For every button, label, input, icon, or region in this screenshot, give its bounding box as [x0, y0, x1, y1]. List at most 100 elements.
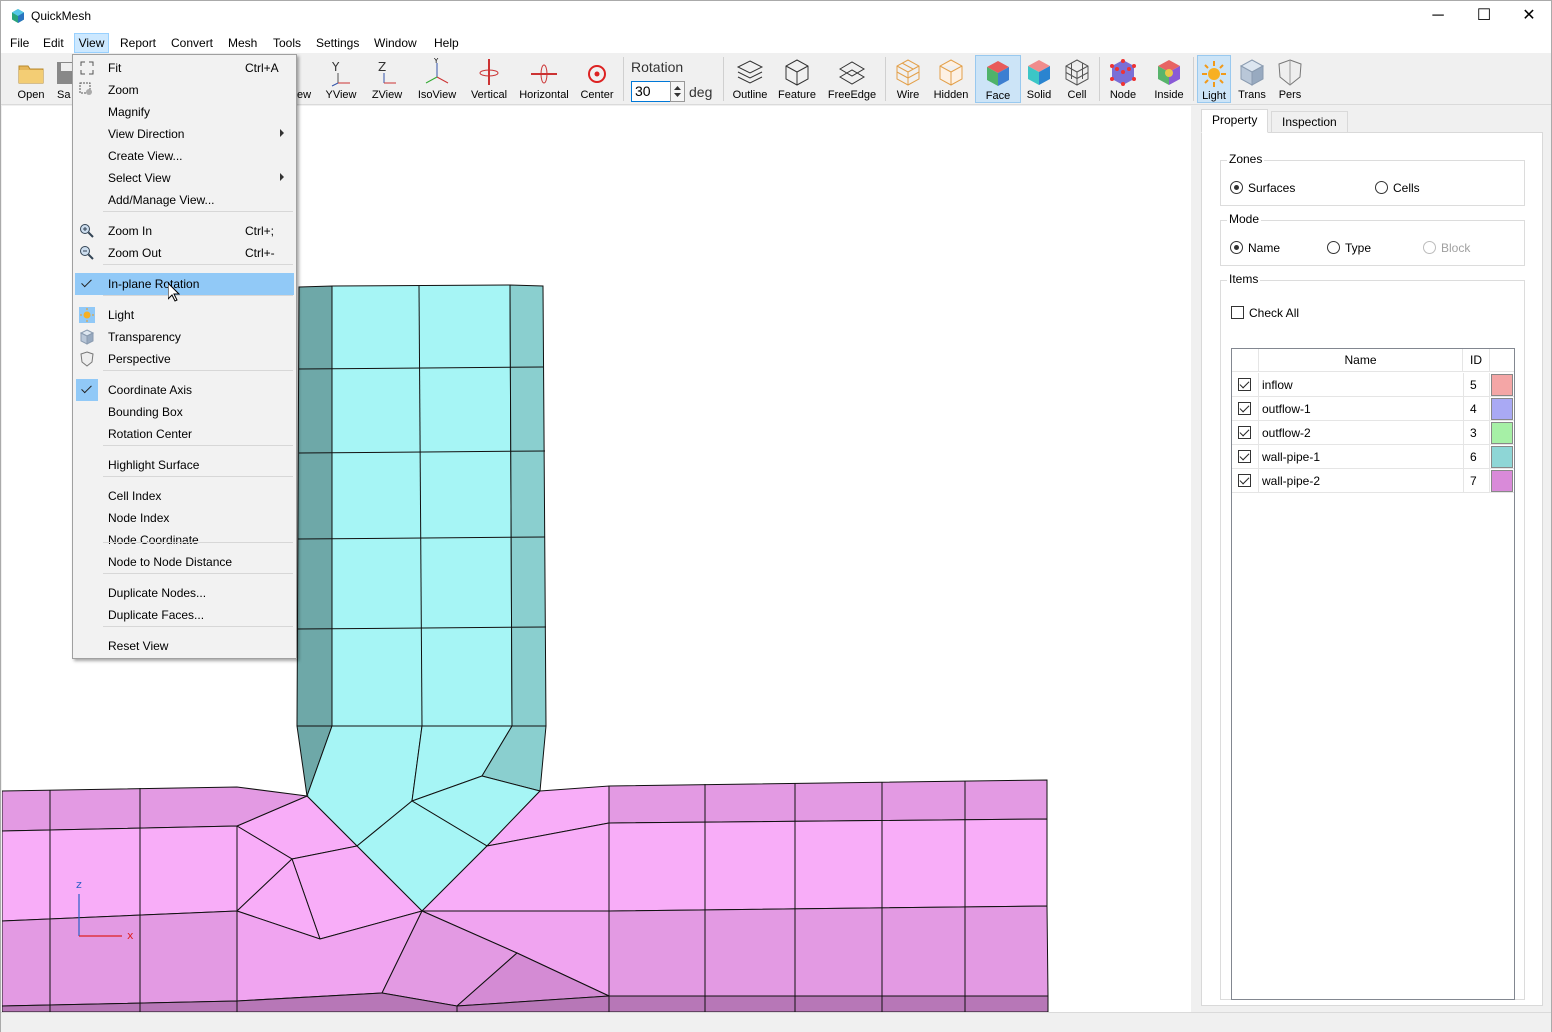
outline-button[interactable]: Outline	[729, 55, 771, 103]
row-checkbox[interactable]	[1238, 378, 1251, 391]
menu-item-add-manage-view[interactable]: Add/Manage View...	[75, 189, 294, 211]
mode-type-radio[interactable]: Type	[1327, 241, 1371, 257]
title-bar[interactable]: QuickMesh ─ ☐ ✕	[1, 1, 1551, 31]
table-row[interactable]: wall-pipe-1 6	[1232, 445, 1514, 469]
tab-property[interactable]: Property	[1201, 109, 1269, 133]
menu-item-zoom-in[interactable]: Zoom In Ctrl+;	[75, 220, 294, 242]
menu-item-perspective[interactable]: Perspective	[75, 348, 294, 370]
menu-mesh[interactable]: Mesh	[226, 34, 259, 52]
axis-x-label: x	[127, 929, 134, 942]
row-checkbox[interactable]	[1238, 426, 1251, 439]
mode-name-radio[interactable]: Name	[1230, 241, 1280, 257]
row-color-swatch[interactable]	[1491, 374, 1513, 396]
tab-inspection[interactable]: Inspection	[1271, 111, 1348, 133]
menu-item-zoom[interactable]: Zoom	[75, 79, 294, 101]
menu-item-duplicate-nodes[interactable]: Duplicate Nodes...	[75, 582, 294, 604]
row-color-swatch[interactable]	[1491, 470, 1513, 492]
zones-surfaces-radio[interactable]: Surfaces	[1230, 181, 1295, 197]
menu-view[interactable]: View	[74, 33, 109, 53]
table-row[interactable]: inflow 5	[1232, 373, 1514, 397]
feature-button[interactable]: Feature	[775, 55, 819, 103]
menu-item-cell-index[interactable]: Cell Index	[75, 485, 294, 507]
open-button[interactable]: Open	[13, 55, 49, 103]
menu-convert[interactable]: Convert	[169, 34, 215, 52]
menu-edit[interactable]: Edit	[41, 34, 66, 52]
table-header-id[interactable]: ID	[1463, 349, 1490, 372]
xview-button[interactable]: ew	[297, 55, 313, 103]
zview-button[interactable]: Z ZView	[367, 55, 407, 103]
minimize-button[interactable]: ─	[1415, 1, 1461, 31]
rotation-input[interactable]: 30	[631, 81, 673, 102]
table-header-color	[1490, 349, 1514, 372]
solid-button[interactable]: Solid	[1023, 55, 1055, 103]
perspective-button[interactable]: Pers	[1273, 55, 1307, 103]
view-menu-dropdown: Fit Ctrl+A Zoom Magnify View Direction Create…	[72, 54, 297, 659]
table-header-name[interactable]: Name	[1259, 349, 1463, 372]
menu-report[interactable]: Report	[118, 34, 158, 52]
light-button[interactable]: Light	[1197, 55, 1231, 103]
menu-item-create-view[interactable]: Create View...	[75, 145, 294, 167]
row-id: 3	[1463, 421, 1490, 445]
menu-item-shortcut: Ctrl+;	[245, 224, 275, 238]
vertical-rotation-icon	[479, 59, 499, 85]
row-check-cell	[1232, 421, 1259, 445]
maximize-button[interactable]: ☐	[1461, 1, 1507, 31]
close-button[interactable]: ✕	[1506, 1, 1552, 31]
node-button[interactable]: Node	[1105, 55, 1141, 103]
menu-separator	[103, 626, 293, 627]
transparency-button[interactable]: Trans	[1235, 55, 1269, 103]
check-all-checkbox[interactable]	[1231, 306, 1244, 319]
face-button[interactable]: Face	[975, 55, 1021, 103]
wire-button[interactable]: Wire	[891, 55, 925, 103]
row-color-swatch[interactable]	[1491, 398, 1513, 420]
horizontal-label: Horizontal	[519, 89, 569, 101]
table-row[interactable]: wall-pipe-2 7	[1232, 469, 1514, 493]
row-checkbox[interactable]	[1238, 402, 1251, 415]
menu-item-bounding-box[interactable]: Bounding Box	[75, 401, 294, 423]
menu-file[interactable]: File	[8, 34, 31, 52]
menu-item-light[interactable]: Light	[75, 304, 294, 326]
row-checkbox[interactable]	[1238, 450, 1251, 463]
row-id: 5	[1463, 373, 1490, 397]
isoview-button[interactable]: Y IsoView	[415, 55, 459, 103]
save-button[interactable]: Sa	[53, 55, 73, 103]
row-color-swatch[interactable]	[1491, 446, 1513, 468]
row-checkbox[interactable]	[1238, 474, 1251, 487]
menu-settings[interactable]: Settings	[314, 34, 361, 52]
menu-item-label: Transparency	[108, 330, 181, 344]
menu-item-in-plane-rotation[interactable]: In-plane Rotation	[75, 273, 294, 295]
menu-item-duplicate-faces[interactable]: Duplicate Faces...	[75, 604, 294, 626]
table-row[interactable]: outflow-1 4	[1232, 397, 1514, 421]
cell-button[interactable]: Cell	[1061, 55, 1093, 103]
row-color-swatch[interactable]	[1491, 422, 1513, 444]
menu-item-transparency[interactable]: Transparency	[75, 326, 294, 348]
menu-item-magnify[interactable]: Magnify	[75, 101, 294, 123]
menu-tools[interactable]: Tools	[271, 34, 303, 52]
zones-cells-radio[interactable]: Cells	[1375, 181, 1420, 197]
horizontal-rotation-button[interactable]: Horizontal	[517, 55, 571, 103]
menu-item-node-coordinate[interactable]: Node Coordinate	[75, 529, 294, 551]
menu-item-coordinate-axis[interactable]: Coordinate Axis	[75, 379, 294, 401]
row-id: 6	[1463, 445, 1490, 469]
yview-button[interactable]: Y YView	[321, 55, 361, 103]
menu-item-fit[interactable]: Fit Ctrl+A	[75, 57, 294, 79]
hidden-button[interactable]: Hidden	[931, 55, 971, 103]
menu-item-select-view[interactable]: Select View	[75, 167, 294, 189]
menu-help[interactable]: Help	[432, 34, 461, 52]
pipe-side-face	[296, 285, 333, 727]
menu-item-highlight-surface[interactable]: Highlight Surface	[75, 454, 294, 476]
inside-button[interactable]: Inside	[1149, 55, 1189, 103]
menu-window[interactable]: Window	[372, 34, 419, 52]
table-row[interactable]: outflow-2 3	[1232, 421, 1514, 445]
freeedge-button[interactable]: FreeEdge	[825, 55, 879, 103]
menu-item-node-to-node-distance[interactable]: Node to Node Distance	[75, 551, 294, 573]
vertical-rotation-button[interactable]: Vertical	[467, 55, 511, 103]
menu-item-zoom-out[interactable]: Zoom Out Ctrl+-	[75, 242, 294, 264]
rotation-spinner[interactable]	[670, 81, 685, 102]
menu-item-view-direction[interactable]: View Direction	[75, 123, 294, 145]
toolbar-separator	[1193, 57, 1194, 101]
center-button[interactable]: Center	[577, 55, 617, 103]
menu-item-rotation-center[interactable]: Rotation Center	[75, 423, 294, 445]
menu-item-node-index[interactable]: Node Index	[75, 507, 294, 529]
menu-item-reset-view[interactable]: Reset View	[75, 635, 294, 657]
